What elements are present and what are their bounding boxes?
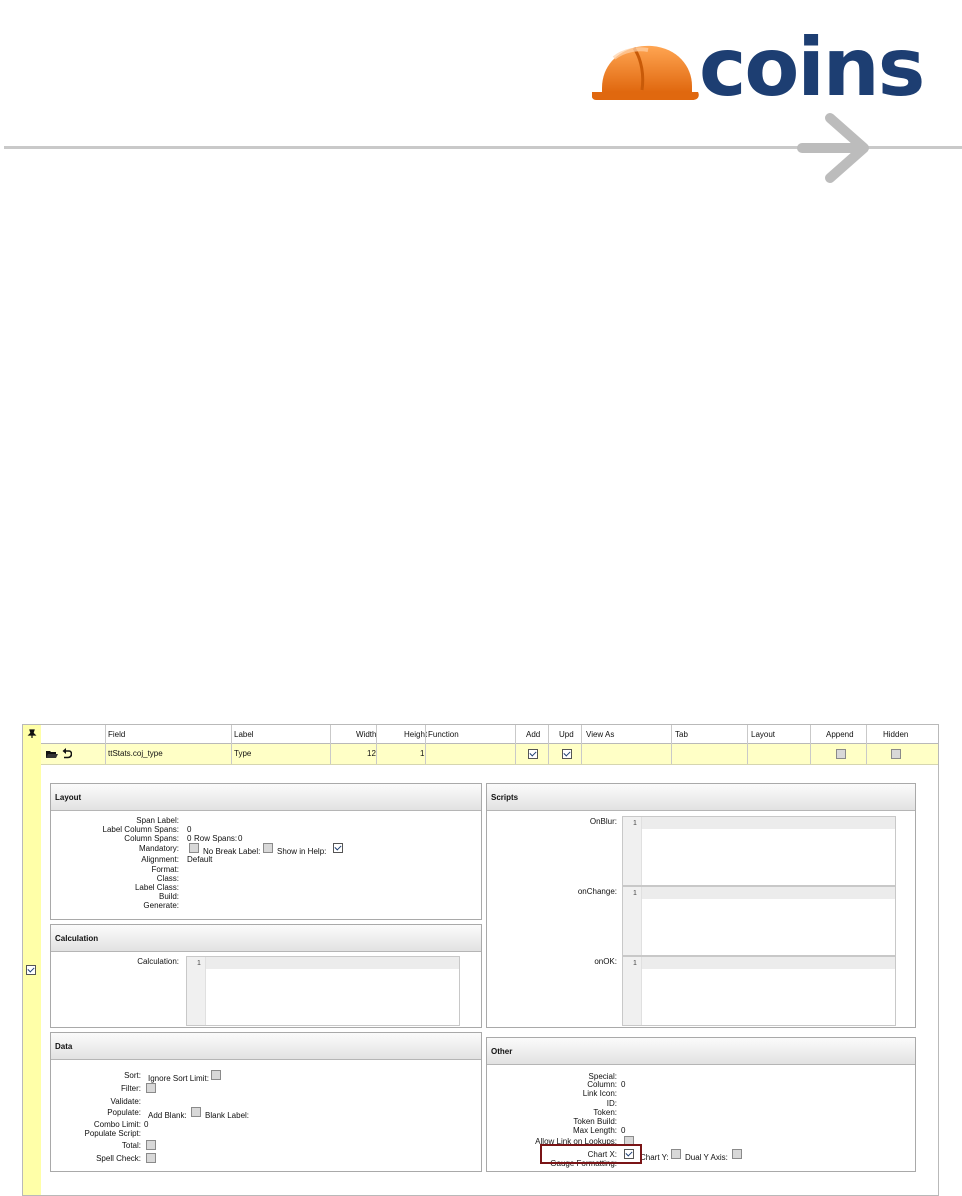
build-label: Build: (158, 892, 179, 901)
span-label-label: Span Label: (136, 816, 179, 825)
label-class-label: Label Class: (134, 883, 179, 892)
generate-label: Generate: (143, 901, 179, 910)
chart-x-highlight (540, 1144, 642, 1164)
cell-field[interactable]: ttStats.coj_type (108, 749, 163, 758)
col-width[interactable]: Width (356, 730, 376, 739)
arrow-right-icon (797, 113, 869, 183)
col-view-as[interactable]: View As (586, 730, 614, 739)
calculation-section: Calculation Calculation: 1 (50, 924, 482, 1028)
dual-y-axis-checkbox[interactable] (732, 1149, 742, 1159)
undo-icon[interactable] (62, 748, 72, 759)
col-label[interactable]: Label (234, 730, 254, 739)
spell-check-checkbox[interactable] (146, 1153, 156, 1163)
other-section: Other Special: Column: 0 Link Icon: ID: … (486, 1037, 916, 1172)
total-checkbox[interactable] (146, 1140, 156, 1150)
sort-label: Sort: (124, 1071, 141, 1080)
token-label: Token: (593, 1108, 617, 1117)
calculation-header[interactable]: Calculation (51, 925, 481, 952)
class-label: Class: (156, 874, 179, 883)
table-row[interactable]: ttStats.coj_type Type 12 1 (41, 744, 938, 765)
blank-label-label: Blank Label: (205, 1111, 250, 1120)
append-checkbox[interactable] (836, 749, 846, 759)
filter-label: Filter: (121, 1084, 141, 1093)
label-column-spans-label: Label Column Spans: (102, 825, 180, 834)
dual-y-axis-label: Dual Y Axis: (685, 1153, 728, 1162)
max-length-label: Max Length: (572, 1126, 617, 1135)
hard-hat-icon (592, 45, 699, 100)
max-length-value[interactable]: 0 (621, 1126, 625, 1135)
column-label: Column: (587, 1080, 617, 1089)
add-checkbox[interactable] (528, 749, 538, 759)
id-label: ID: (606, 1099, 617, 1108)
data-header[interactable]: Data (51, 1033, 481, 1060)
ignore-sort-checkbox[interactable] (211, 1070, 221, 1080)
col-add[interactable]: Add (526, 730, 540, 739)
combo-limit-value[interactable]: 0 (144, 1120, 148, 1129)
layout-header[interactable]: Layout (51, 784, 481, 811)
column-value[interactable]: 0 (621, 1080, 625, 1089)
onblur-label: OnBlur: (589, 817, 617, 826)
no-break-checkbox[interactable] (263, 843, 273, 853)
col-height[interactable]: Height (404, 730, 427, 739)
total-label: Total: (121, 1141, 141, 1150)
col-hidden[interactable]: Hidden (883, 730, 908, 739)
column-spans-label: Column Spans: (124, 834, 179, 843)
filter-checkbox[interactable] (146, 1083, 156, 1093)
mandatory-label: Mandatory: (138, 844, 179, 853)
cell-height[interactable]: 1 (420, 749, 424, 758)
layout-section: Layout Span Label: Label Column Spans: 0… (50, 783, 482, 920)
upd-checkbox[interactable] (562, 749, 572, 759)
combo-limit-label: Combo Limit: (93, 1120, 141, 1129)
row-spans-label: Row Spans: (194, 834, 238, 843)
row-select-checkbox[interactable] (26, 965, 36, 975)
mandatory-checkbox[interactable] (189, 843, 199, 853)
scripts-header[interactable]: Scripts (487, 784, 915, 811)
col-upd[interactable]: Upd (559, 730, 574, 739)
label-column-spans-value[interactable]: 0 (187, 825, 191, 834)
col-tab[interactable]: Tab (675, 730, 688, 739)
show-help-checkbox[interactable] (333, 843, 343, 853)
col-layout[interactable]: Layout (751, 730, 775, 739)
row-spans-value[interactable]: 0 (238, 834, 242, 843)
onchange-editor[interactable]: 1 (622, 886, 896, 956)
spell-check-label: Spell Check: (96, 1154, 141, 1163)
onchange-label: onChange: (577, 887, 617, 896)
chart-y-checkbox[interactable] (671, 1149, 681, 1159)
logo-wordmark: coins (699, 21, 925, 114)
add-blank-checkbox[interactable] (191, 1107, 201, 1117)
populate-script-label: Populate Script: (84, 1129, 141, 1138)
alignment-value[interactable]: Default (187, 855, 212, 864)
show-help-label: Show in Help: (277, 847, 327, 856)
calculation-label: Calculation: (137, 957, 179, 966)
chart-y-label: Chart Y: (640, 1153, 669, 1162)
grid-header: Field Label Width Height Function Add Up… (41, 725, 938, 744)
token-build-label: Token Build: (573, 1117, 617, 1126)
hidden-checkbox[interactable] (891, 749, 901, 759)
validate-label: Validate: (110, 1097, 141, 1106)
data-section: Data Sort: Ignore Sort Limit: Filter: Va… (50, 1032, 482, 1172)
cell-label[interactable]: Type (234, 749, 251, 758)
ignore-sort-label: Ignore Sort Limit: (148, 1074, 209, 1083)
calculation-editor[interactable]: 1 (186, 956, 460, 1026)
onok-editor[interactable]: 1 (622, 956, 896, 1026)
onblur-editor[interactable]: 1 (622, 816, 896, 886)
column-spans-value[interactable]: 0 (187, 834, 191, 843)
pin-icon[interactable] (27, 729, 37, 739)
folder-open-icon[interactable] (46, 749, 58, 759)
populate-label: Populate: (107, 1108, 141, 1117)
onok-label: onOK: (594, 957, 617, 966)
cell-width[interactable]: 12 (367, 749, 376, 758)
link-icon-label: Link Icon: (582, 1089, 617, 1098)
col-function[interactable]: Function (428, 730, 459, 739)
format-label: Format: (151, 865, 179, 874)
col-field[interactable]: Field (108, 730, 125, 739)
field-detail: Layout Span Label: Label Column Spans: 0… (41, 765, 938, 1195)
field-settings-panel: Field Label Width Height Function Add Up… (22, 724, 939, 1196)
col-append[interactable]: Append (826, 730, 854, 739)
row-gutter (23, 725, 42, 1195)
add-blank-label: Add Blank: (148, 1111, 187, 1120)
other-header[interactable]: Other (487, 1038, 915, 1065)
scripts-section: Scripts OnBlur: 1 onChange: 1 onOK: 1 (486, 783, 916, 1028)
alignment-label: Alignment: (141, 855, 179, 864)
